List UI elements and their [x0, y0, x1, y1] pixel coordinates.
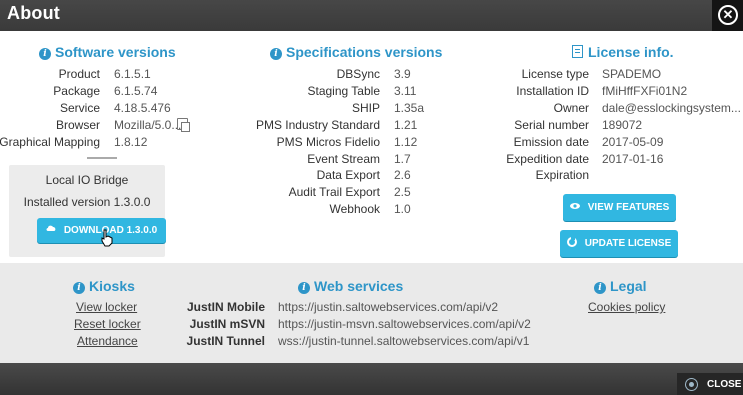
divider [87, 157, 117, 159]
mouse-cursor-icon [100, 229, 114, 247]
installation-id-label: Installation ID [516, 84, 589, 98]
close-icon: ✕ [718, 5, 738, 25]
staging-table-label: Staging Table [307, 84, 380, 98]
document-icon [572, 45, 583, 58]
pms-industry-standard-label: PMS Industry Standard [255, 118, 380, 132]
justin-msvn-label: JustIN mSVN [189, 317, 265, 331]
package-label: Package [53, 84, 100, 98]
refresh-icon [566, 231, 577, 247]
ship-label: SHIP [351, 101, 380, 115]
staging-table-value: 3.11 [394, 84, 417, 98]
software-versions-heading: i Software versions [39, 44, 176, 60]
product-value: 6.1.5.1 [114, 67, 151, 81]
info-icon: i [270, 48, 282, 60]
info-icon: i [39, 48, 51, 60]
close-button[interactable]: CLOSE [677, 373, 743, 395]
footer-bar [0, 363, 743, 395]
web-services-heading: i Web services [298, 278, 403, 294]
webhook-label: Webhook [329, 202, 380, 216]
view-features-button[interactable]: VIEW FEATURES [563, 194, 676, 221]
serial-number-label: Serial number [514, 118, 589, 132]
event-stream-value: 1.7 [394, 152, 411, 166]
attendance-link[interactable]: Attendance [77, 334, 138, 348]
expiration-label: Expiration [535, 168, 589, 182]
graphical-mapping-value: 1.8.12 [114, 135, 148, 149]
view-locker-link[interactable]: View locker [76, 300, 137, 314]
owner-value: dale@esslockingsystem... [602, 101, 741, 115]
justin-mobile-url: https://justin.saltowebservices.com/api/… [278, 300, 499, 314]
service-label: Service [59, 101, 100, 115]
specifications-versions-heading: i Specifications versions [270, 44, 442, 60]
graphical-mapping-label: Graphical Mapping [0, 135, 100, 149]
pms-industry-standard-value: 1.21 [394, 118, 418, 132]
kiosks-heading: i Kiosks [73, 278, 135, 294]
browser-value: Mozilla/5.0... [114, 118, 182, 132]
data-export-label: Data Export [316, 168, 380, 182]
info-icon: i [594, 282, 606, 294]
copy-icon[interactable] [177, 118, 190, 132]
justin-tunnel-label: JustIN Tunnel [186, 334, 265, 348]
info-icon: i [298, 282, 310, 294]
product-label: Product [58, 67, 100, 81]
webhook-value: 1.0 [394, 202, 411, 216]
license-info-heading: License info. [572, 44, 674, 60]
audit-trail-export-label: Audit Trail Export [288, 185, 380, 199]
emission-date-label: Emission date [513, 135, 589, 149]
local-io-bridge-box: Local IO Bridge Installed version 1.3.0.… [9, 165, 165, 257]
serial-number-value: 189072 [602, 118, 643, 132]
window-title: About [7, 3, 60, 23]
close-window-button[interactable]: ✕ [712, 0, 743, 31]
reset-locker-link[interactable]: Reset locker [74, 317, 141, 331]
legal-heading: i Legal [594, 278, 647, 294]
cookies-policy-link[interactable]: Cookies policy [588, 300, 665, 314]
dbsync-value: 3.9 [394, 67, 411, 81]
audit-trail-export-value: 2.5 [394, 185, 411, 199]
browser-label: Browser [55, 118, 100, 132]
dbsync-label: DBSync [336, 67, 380, 81]
data-export-value: 2.6 [394, 168, 411, 182]
update-license-button[interactable]: UPDATE LICENSE [560, 230, 678, 257]
license-type-label: License type [521, 67, 589, 81]
installed-version: Installed version 1.3.0.0 [23, 195, 151, 209]
local-io-bridge-title: Local IO Bridge [45, 173, 129, 187]
expedition-date-label: Expedition date [506, 152, 589, 166]
license-type-value: SPADEMO [602, 67, 662, 81]
emission-date-value: 2017-05-09 [602, 135, 664, 149]
package-value: 6.1.5.74 [114, 84, 158, 98]
service-value: 4.18.5.476 [114, 101, 171, 115]
ship-value: 1.35a [394, 101, 425, 115]
owner-label: Owner [553, 101, 589, 115]
eye-icon [569, 195, 580, 209]
title-bar: About [0, 0, 743, 31]
pms-micros-fidelio-label: PMS Micros Fidelio [276, 135, 380, 149]
justin-tunnel-url: wss://justin-tunnel.saltowebservices.com… [278, 334, 530, 348]
installation-id-value: fMiHffFXFi01N2 [602, 84, 688, 98]
info-icon: i [73, 282, 85, 294]
cloud-download-icon [46, 219, 56, 231]
justin-mobile-label: JustIN Mobile [186, 300, 265, 314]
pms-micros-fidelio-value: 1.12 [394, 135, 418, 149]
expedition-date-value: 2017-01-16 [602, 152, 664, 166]
close-circle-icon [685, 378, 698, 391]
event-stream-label: Event Stream [307, 152, 380, 166]
justin-msvn-url: https://justin-msvn.saltowebservices.com… [278, 317, 531, 331]
